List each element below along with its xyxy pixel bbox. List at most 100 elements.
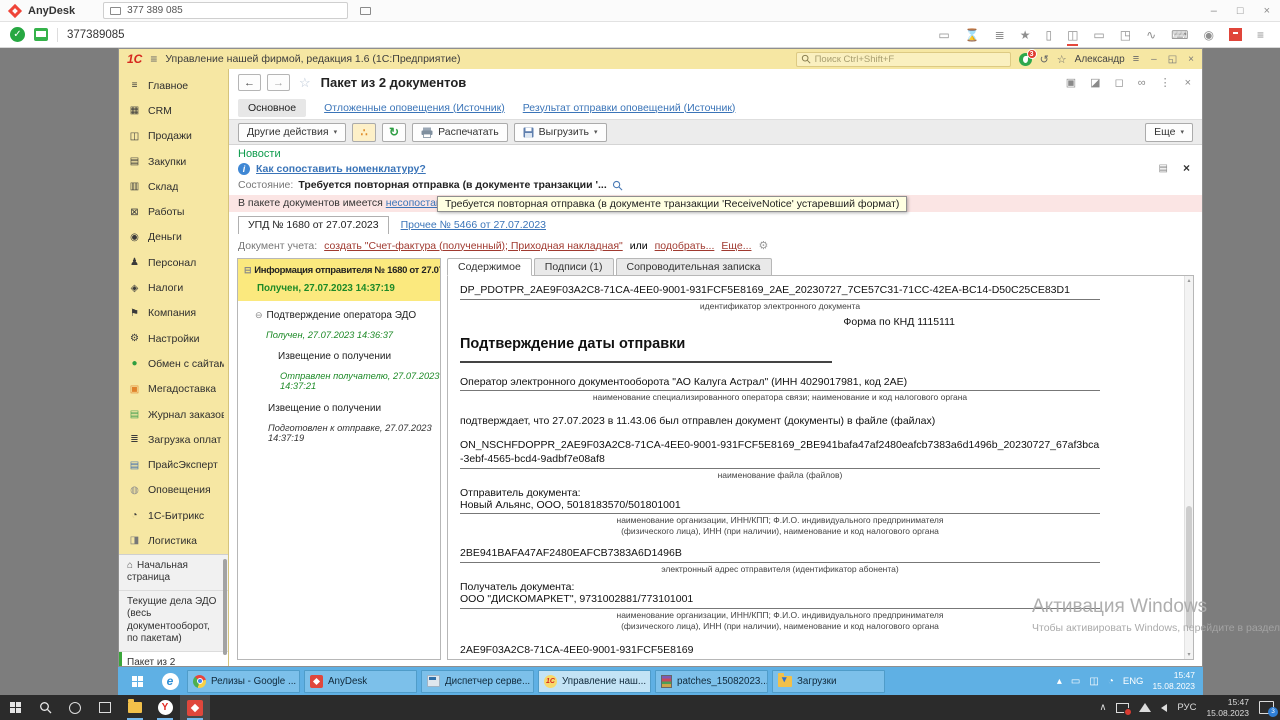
main-menu-icon[interactable]: ≡ (150, 52, 157, 66)
sidebar-item-logistika[interactable]: ◨Логистика (119, 528, 228, 553)
print-button[interactable]: Распечатать (412, 123, 508, 142)
permissions-icon[interactable]: ◉ (1204, 28, 1214, 42)
record-icon[interactable] (1229, 28, 1242, 41)
save-icon[interactable]: ▣ (1066, 76, 1076, 89)
taskbar-1c-button[interactable]: 1СУправление наш... (538, 670, 651, 693)
gear-icon[interactable]: ⚙ (759, 239, 769, 252)
new-session-tab-icon[interactable] (360, 7, 371, 15)
1c-restore-button[interactable]: ◱ (1168, 54, 1177, 65)
news-close-icon[interactable]: × (1183, 161, 1190, 175)
sidebar-item-personal[interactable]: ♟Персонал (119, 250, 228, 275)
history-icon[interactable]: ↺ (1040, 53, 1049, 66)
scroll-down-icon[interactable]: ▾ (1185, 651, 1193, 658)
tab-deferred-notifications[interactable]: Отложенные оповещения (Источник) (324, 102, 505, 114)
settings-menu-icon[interactable]: ≡ (1133, 53, 1139, 65)
sidebar-item-dengi[interactable]: ◉Деньги (119, 225, 228, 250)
tab-signatures[interactable]: Подписи (1) (534, 258, 614, 276)
scrollbar-thumb[interactable] (1186, 506, 1192, 629)
monitor-icon[interactable]: ▭ (938, 28, 949, 42)
sidebar-item-sklad[interactable]: ▥Склад (119, 174, 228, 199)
structure-button[interactable]: ∴ (352, 123, 376, 142)
sidebar-item-kompaniya[interactable]: ⚑Компания (119, 301, 228, 326)
tab-content[interactable]: Содержимое (447, 258, 532, 276)
display-mode-icon[interactable]: ◫ (1067, 28, 1078, 42)
sidebar-item-glavnoe[interactable]: ≡Главное (119, 73, 228, 98)
tab-send-result[interactable]: Результат отправки оповещений (Источник) (523, 102, 736, 114)
more-actions-button[interactable]: Еще▾ (1145, 123, 1193, 142)
remote-browser-button[interactable]: e (157, 673, 183, 690)
tray-expand-icon[interactable]: ∧ (1099, 702, 1106, 713)
local-clock[interactable]: 15:4715.08.2023 (1206, 697, 1249, 718)
sidebar-item-opoveshcheniya[interactable]: ◍Оповещения (119, 478, 228, 503)
export-button[interactable]: Выгрузить▾ (514, 123, 607, 142)
back-button[interactable]: ← (238, 74, 261, 91)
forward-button[interactable]: → (267, 74, 290, 91)
sidebar-item-prodazhi[interactable]: ◫Продажи (119, 124, 228, 149)
chat-icon[interactable]: ◳ (1120, 28, 1131, 42)
minimize-button[interactable]: – (1211, 5, 1217, 17)
news-link[interactable]: Как сопоставить номенклатуру? (256, 163, 426, 175)
sidebar-item-1c-bitrix[interactable]: ◔1С-Битрикс (119, 503, 228, 528)
more-document-link[interactable]: Еще... (721, 240, 751, 252)
sidebar-item-obmen-s-saytami[interactable]: ●Обмен с сайтами (119, 351, 228, 376)
window-item-package[interactable]: Пакет из 2 документов (119, 652, 228, 666)
favorites-star-icon[interactable]: ☆ (1057, 53, 1067, 66)
sessions-icon[interactable]: ≣ (995, 28, 1005, 42)
other-actions-button[interactable]: Другие действия▾ (238, 123, 346, 142)
network-alert-icon[interactable] (1116, 703, 1129, 713)
tray-expand-icon[interactable]: ▴ (1057, 676, 1062, 687)
global-search[interactable] (796, 52, 1011, 67)
magnifier-icon[interactable] (612, 180, 623, 191)
window-item-edo-current[interactable]: Текущие дела ЭДО (весь документооборот, … (119, 591, 228, 652)
favorites-icon[interactable]: ★ (1020, 28, 1031, 42)
sidebar-item-nalogi[interactable]: ◈Налоги (119, 275, 228, 300)
wifi-icon[interactable] (1139, 703, 1151, 712)
favorite-star-icon[interactable]: ☆ (299, 75, 311, 91)
sidebar-item-megadostavka[interactable]: ▣Мегадоставка (119, 377, 228, 402)
document-scrollbar[interactable]: ▴ ▾ (1184, 276, 1193, 659)
file-explorer-button[interactable] (120, 695, 150, 720)
pick-document-link[interactable]: подобрать... (655, 240, 715, 252)
menu-icon[interactable]: ≡ (1257, 28, 1264, 42)
windows-list-scrollbar[interactable] (223, 559, 227, 655)
taskbar-downloads-button[interactable]: Загрузки (772, 670, 885, 693)
tab-cover-note[interactable]: Сопроводительная записка (616, 258, 772, 276)
1c-minimize-button[interactable]: – (1151, 54, 1157, 65)
sidebar-item-raboty[interactable]: ⊠Работы (119, 199, 228, 224)
yandex-browser-button[interactable]: Y (150, 695, 180, 720)
news-doc-icon[interactable]: ▤ (1159, 163, 1168, 174)
other-document-link[interactable]: Прочее № 5466 от 27.07.2023 (401, 219, 546, 234)
collapse-icon[interactable]: ⊟ (244, 265, 251, 276)
speaker-icon[interactable] (1161, 704, 1167, 712)
keyboard-icon[interactable]: ⌨ (1171, 28, 1188, 42)
anydesk-local-button[interactable] (180, 695, 210, 720)
tab-main[interactable]: Основное (238, 99, 306, 117)
more-icon[interactable]: ⋮ (1160, 76, 1171, 89)
save-variant-icon[interactable]: ◪ (1090, 76, 1100, 89)
tree-node-receipt-notice-1[interactable]: Извещение о получении (278, 351, 440, 362)
taskbar-winrar-button[interactable]: patches_15082023... (655, 670, 768, 693)
close-form-icon[interactable]: × (1185, 77, 1191, 89)
tree-node-receipt-notice-2[interactable]: Извещение о получении (268, 403, 440, 414)
sidebar-item-nastroyki[interactable]: ⚙Настройки (119, 326, 228, 351)
sidebar-item-zhurnal-zakazov[interactable]: ▤Журнал заказов (119, 402, 228, 427)
action-center-icon[interactable]: 3 (1259, 701, 1274, 714)
remote-clock[interactable]: 15:4715.08.2023 (1152, 670, 1195, 691)
remote-language-indicator[interactable]: ENG (1123, 676, 1144, 687)
sidebar-item-zagruzka-oplat[interactable]: ≣Загрузка оплат (119, 427, 228, 452)
tab-upd-document[interactable]: УПД № 1680 от 27.07.2023 (238, 216, 389, 234)
tray-icon-1[interactable]: ▭ (1071, 676, 1080, 687)
file-transfer-icon[interactable]: ▯ (1045, 28, 1052, 42)
news-header[interactable]: Новости (238, 148, 1193, 160)
close-button[interactable]: × (1264, 5, 1270, 17)
tree-header[interactable]: ⊟Информация отправителя № 1680 от 27.07.… (238, 259, 440, 301)
local-language-indicator[interactable]: РУС (1177, 702, 1196, 713)
search-input[interactable] (815, 54, 1006, 65)
taskbar-chrome-button[interactable]: Релизы - Google ... (187, 670, 300, 693)
preview-icon[interactable]: ◻ (1115, 76, 1124, 89)
collapse-icon[interactable]: ⊖ (255, 310, 263, 321)
tree-node-operator-confirmation[interactable]: ⊖Подтверждение оператора ЭДО (255, 310, 440, 321)
scroll-up-icon[interactable]: ▴ (1185, 277, 1193, 284)
notifications-bell-icon[interactable]: 3 (1019, 53, 1032, 66)
current-user[interactable]: Александр (1075, 54, 1125, 65)
